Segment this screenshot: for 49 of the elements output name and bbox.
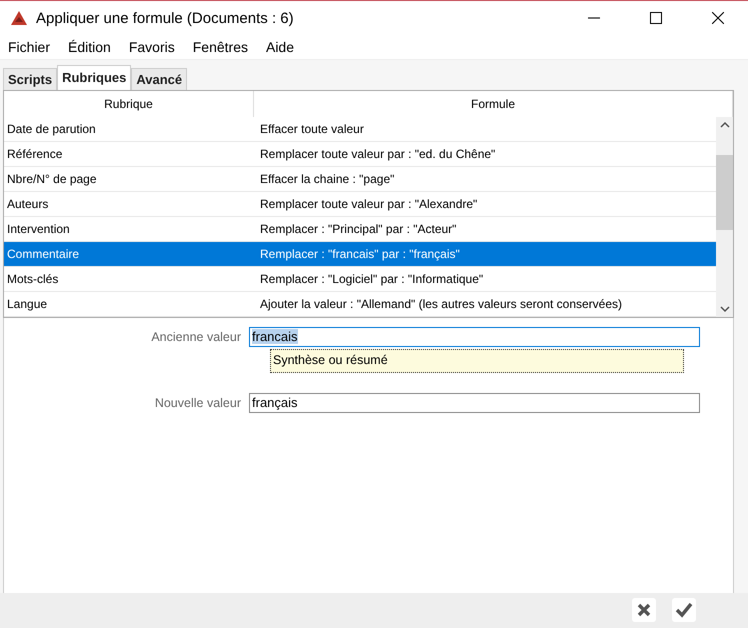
table-cell-text: Remplacer : "Principal" par : "Acteur" xyxy=(259,222,458,236)
table-cell-text: Référence xyxy=(6,146,64,161)
app-logo-icon xyxy=(10,10,28,26)
table-row[interactable]: Langue Ajouter la valeur : "Allemand" (les autres valeurs seront conservées) xyxy=(4,292,716,317)
table-cell-text: Mots-clés xyxy=(6,272,60,286)
tab[interactable]: Rubriques xyxy=(57,64,132,90)
table-row[interactable]: Référence Remplacer toute valeur par : "ed. du Chêne" xyxy=(4,142,716,167)
table-cell-text: Remplacer : "francais" par : "français" xyxy=(259,246,461,261)
table-cell-text: Intervention xyxy=(6,222,71,236)
table-cell-text: Remplacer toute valeur par : "ed. du Chêne" xyxy=(259,146,496,161)
menu-item[interactable]: Aide xyxy=(266,39,294,56)
table-row[interactable]: Auteurs Remplacer toute valeur par : "Alexandre" xyxy=(4,192,716,217)
tab[interactable]: Avancé xyxy=(131,68,188,90)
field-label: Ancienne valeur xyxy=(150,330,242,344)
table-cell-text: Commentaire xyxy=(6,246,80,261)
table-cell-text: Langue xyxy=(6,296,48,311)
scroll-up-icon[interactable] xyxy=(720,120,730,129)
table-row[interactable]: Commentaire Remplacer : "francais" par : "français" xyxy=(4,242,716,267)
table-row[interactable]: Date de parution Effacer toute valeur xyxy=(4,116,716,142)
table-cell-text: Auteurs xyxy=(6,196,50,211)
scroll-down-icon[interactable] xyxy=(720,304,730,313)
table-row[interactable]: Mots-clés Remplacer : "Logiciel" par : "Informatique" xyxy=(4,266,716,292)
menu-item[interactable]: Fichier xyxy=(8,39,50,56)
input-field[interactable]: français xyxy=(249,392,700,413)
table-cell-text: Remplacer : "Logiciel" par : "Informatique" xyxy=(259,272,484,286)
table-cell-text: Effacer toute valeur xyxy=(259,122,365,136)
input-field[interactable]: francais xyxy=(249,326,700,347)
close-icon[interactable] xyxy=(712,12,724,24)
confirm-button[interactable] xyxy=(672,598,696,622)
menu-item[interactable]: Fenêtres xyxy=(192,39,248,56)
scroll-thumb[interactable] xyxy=(716,154,733,230)
window-title: Appliquer une formule (Documents : 6) xyxy=(36,10,295,27)
column-header[interactable]: Rubrique xyxy=(4,90,254,117)
table-cell-text: Nbre/N° de page xyxy=(6,172,98,186)
table-cell-text: Remplacer toute valeur par : "Alexandre" xyxy=(259,196,478,211)
scrollbar[interactable] xyxy=(716,116,733,317)
table-cell-text: Date de parution xyxy=(6,122,97,136)
table-row[interactable]: Nbre/N° de page Effacer la chaine : "page" xyxy=(4,166,716,192)
tab[interactable]: Scripts xyxy=(3,68,58,90)
field-label: Nouvelle valeur xyxy=(154,396,242,410)
suggestion-item[interactable]: Synthèse ou résumé xyxy=(270,348,684,373)
checkmark-icon xyxy=(675,602,693,618)
maximize-icon[interactable] xyxy=(650,12,662,24)
table-cell-text: Effacer la chaine : "page" xyxy=(259,172,396,186)
menu-item[interactable]: Favoris xyxy=(128,39,175,56)
cross-icon xyxy=(637,603,651,618)
menu-item[interactable]: Édition xyxy=(68,39,111,56)
table-cell-text: Ajouter la valeur : "Allemand" (les autres valeurs seront conservées) xyxy=(259,296,624,311)
cancel-button[interactable] xyxy=(632,598,656,622)
